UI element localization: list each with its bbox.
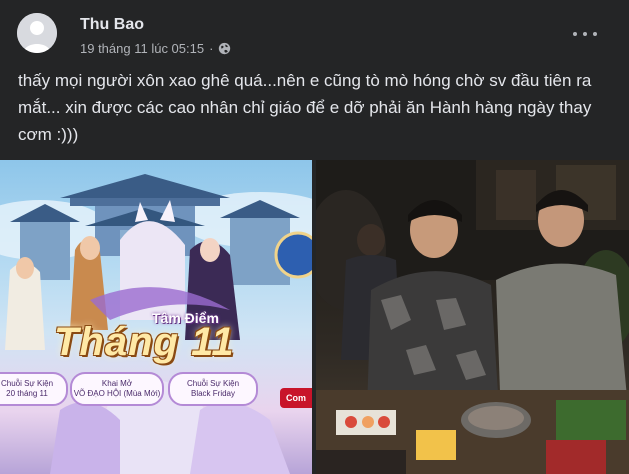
game-promo-image[interactable]: Tâm Điểm Tháng 11 Chuỗi Sự Kiện 20 tháng… bbox=[0, 160, 312, 474]
promo-title: Tháng 11 bbox=[54, 320, 235, 364]
meta-separator: · bbox=[209, 41, 214, 56]
restaurant-scene bbox=[316, 160, 629, 474]
promo-badge: Com bbox=[280, 388, 312, 408]
default-avatar-icon bbox=[17, 13, 57, 53]
more-dot bbox=[573, 32, 577, 36]
restaurant-photo[interactable] bbox=[316, 160, 629, 474]
post-header: Thu Bao 19 tháng 11 lúc 05:15 · bbox=[0, 0, 629, 62]
event-pill: Chuỗi Sự Kiện Black Friday bbox=[168, 372, 258, 406]
avatar[interactable] bbox=[17, 13, 57, 53]
more-dot bbox=[593, 32, 597, 36]
event-line1: Chuỗi Sự Kiện bbox=[186, 379, 240, 388]
post-meta: 19 tháng 11 lúc 05:15 · bbox=[80, 41, 231, 56]
event-line1: Chuỗi Sự Kiện bbox=[0, 379, 54, 388]
post-timestamp[interactable]: 19 tháng 11 lúc 05:15 bbox=[80, 41, 204, 56]
event-pill: Khai Mở VÕ ĐẠO HỘI (Mùa Mới) bbox=[70, 372, 164, 406]
author-name[interactable]: Thu Bao bbox=[80, 16, 144, 34]
event-line2: VÕ ĐẠO HỘI (Mùa Mới) bbox=[73, 389, 161, 398]
more-dot bbox=[583, 32, 587, 36]
post-text: thấy mọi người xôn xao ghê quá...nên e c… bbox=[18, 71, 592, 144]
event-line2: Black Friday bbox=[190, 389, 235, 398]
event-line2: 20 tháng 11 bbox=[6, 389, 48, 398]
event-line1: Khai Mở bbox=[101, 379, 133, 388]
more-options-icon[interactable] bbox=[573, 28, 597, 40]
photo-grid: Tâm Điểm Tháng 11 Chuỗi Sự Kiện 20 tháng… bbox=[0, 160, 629, 474]
globe-icon[interactable] bbox=[218, 42, 231, 55]
event-pill: Chuỗi Sự Kiện 20 tháng 11 bbox=[0, 372, 68, 406]
